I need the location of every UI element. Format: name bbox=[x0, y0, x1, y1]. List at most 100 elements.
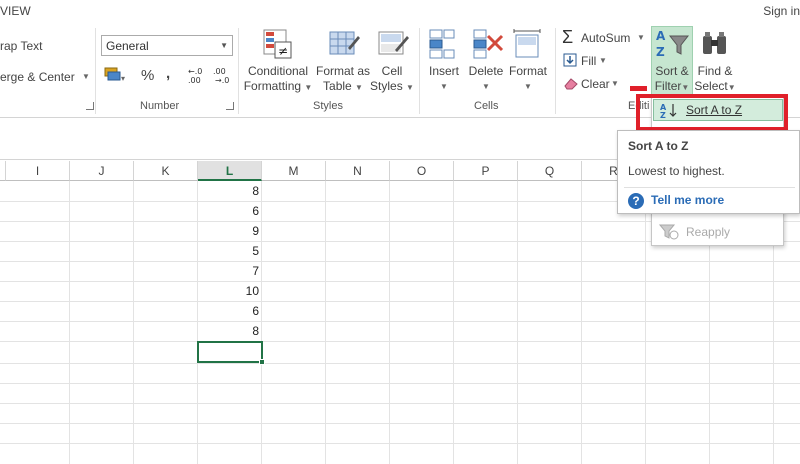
format-as-table-icon bbox=[329, 31, 360, 55]
svg-text:→.0: →.0 bbox=[215, 76, 229, 84]
cell-l-value[interactable]: 6 bbox=[198, 301, 262, 321]
conditional-formatting-label-2: Formatting bbox=[243, 79, 302, 93]
format-as-table-label-1: Format as bbox=[315, 64, 370, 78]
grid-line bbox=[0, 443, 800, 444]
cell-l-value[interactable]: 6 bbox=[198, 201, 262, 221]
delete-label: Delete bbox=[468, 64, 504, 78]
chevron-down-icon: ▼ bbox=[681, 83, 690, 92]
cell-l-value[interactable]: 8 bbox=[198, 181, 262, 201]
cell-styles-label-1: Cell bbox=[381, 64, 403, 78]
grid-line bbox=[0, 301, 800, 302]
chevron-down-icon: ▼ bbox=[406, 83, 414, 92]
grid-line bbox=[0, 341, 800, 342]
help-icon[interactable]: ? bbox=[628, 193, 644, 209]
fill-handle[interactable] bbox=[259, 359, 265, 365]
chevron-down-icon: ▼ bbox=[355, 83, 363, 92]
sort-filter-label-2: Filter bbox=[654, 79, 682, 93]
accounting-format-icon[interactable]: ▾ bbox=[104, 66, 126, 84]
grid-line bbox=[0, 261, 800, 262]
sort-filter-button[interactable]: Sort & Filter▼ bbox=[651, 64, 693, 95]
delete-button[interactable]: Delete ▼ bbox=[465, 64, 507, 94]
insert-button[interactable]: Insert ▼ bbox=[423, 64, 465, 94]
grid-line bbox=[325, 181, 326, 464]
format-cells-icon bbox=[513, 29, 541, 58]
group-separator bbox=[555, 28, 556, 114]
autosum-button[interactable]: AutoSum bbox=[581, 31, 630, 45]
active-cell-selection[interactable] bbox=[197, 341, 263, 363]
cell-styles-button[interactable]: Cell Styles ▼ bbox=[370, 64, 414, 95]
find-select-binoculars-icon bbox=[703, 32, 726, 54]
alignment-dialog-launcher-icon[interactable] bbox=[86, 102, 94, 110]
clear-button[interactable]: Clear bbox=[581, 77, 610, 91]
format-as-table-button[interactable]: Format as Table ▼ bbox=[313, 64, 373, 95]
tab-view[interactable]: VIEW bbox=[0, 4, 31, 18]
svg-text:.00: .00 bbox=[188, 76, 201, 84]
tell-me-more-link[interactable]: Tell me more bbox=[651, 193, 724, 207]
clear-dropdown-icon[interactable]: ▼ bbox=[611, 79, 619, 88]
column-header-i[interactable]: I bbox=[6, 161, 70, 181]
decrease-decimal-icon[interactable]: .00 →.0 bbox=[213, 66, 235, 84]
format-button[interactable]: Format ▼ bbox=[506, 64, 550, 94]
column-header-m[interactable]: M bbox=[262, 161, 326, 181]
styles-group-label: Styles bbox=[313, 100, 343, 112]
chevron-down-icon: ▼ bbox=[440, 82, 448, 91]
cells-group-label: Cells bbox=[474, 100, 499, 112]
group-separator bbox=[419, 28, 420, 114]
chevron-down-icon: ▼ bbox=[482, 82, 490, 91]
grid-line bbox=[69, 181, 70, 464]
wrap-text-button[interactable]: rap Text bbox=[0, 39, 42, 53]
sort-filter-icon: A Z bbox=[656, 29, 690, 59]
grid-line bbox=[0, 423, 800, 424]
format-label: Format bbox=[508, 64, 547, 78]
grid-line bbox=[453, 181, 454, 464]
number-group-label: Number bbox=[140, 100, 180, 112]
autosum-dropdown-icon[interactable]: ▼ bbox=[637, 33, 645, 42]
cell-styles-label-2: Styles bbox=[370, 79, 403, 93]
insert-label: Insert bbox=[428, 64, 459, 78]
column-header-k[interactable]: K bbox=[134, 161, 198, 181]
sign-in-link[interactable]: Sign in bbox=[763, 4, 800, 18]
cell-l-value[interactable]: 7 bbox=[198, 261, 262, 281]
cell-l-value[interactable]: 9 bbox=[198, 221, 262, 241]
svg-text:A: A bbox=[656, 29, 666, 43]
number-format-select[interactable]: General ▼ bbox=[101, 35, 233, 56]
cell-l-value[interactable]: 8 bbox=[198, 321, 262, 341]
svg-text:≠: ≠ bbox=[278, 44, 288, 58]
menu-item-reapply[interactable]: Reapply bbox=[653, 221, 783, 243]
fill-button[interactable]: Fill bbox=[581, 54, 596, 68]
grid-line bbox=[517, 181, 518, 464]
number-format-value: General bbox=[106, 39, 149, 53]
column-header-q[interactable]: Q bbox=[518, 161, 582, 181]
column-header-o[interactable]: O bbox=[390, 161, 454, 181]
group-separator bbox=[95, 28, 96, 114]
svg-text:.00: .00 bbox=[213, 67, 226, 76]
column-header-l[interactable]: L bbox=[198, 161, 262, 181]
svg-text:Z: Z bbox=[656, 45, 665, 59]
fill-dropdown-icon[interactable]: ▼ bbox=[599, 56, 607, 65]
column-header-n[interactable]: N bbox=[326, 161, 390, 181]
number-dialog-launcher-icon[interactable] bbox=[226, 102, 234, 110]
grid-line bbox=[0, 403, 800, 404]
find-select-label-1: Find & bbox=[697, 64, 733, 78]
cell-l-value[interactable]: 10 bbox=[198, 281, 262, 301]
increase-decimal-icon[interactable]: ←.0 .00 bbox=[188, 66, 210, 84]
merge-center-dropdown-icon[interactable]: ▼ bbox=[82, 72, 90, 81]
insert-cells-icon bbox=[429, 29, 455, 59]
merge-center-button[interactable]: erge & Center bbox=[0, 70, 75, 84]
tooltip-divider bbox=[624, 187, 795, 188]
fill-icon bbox=[563, 53, 577, 67]
percent-style-button[interactable]: % bbox=[141, 67, 154, 84]
conditional-formatting-button[interactable]: Conditional Formatting ▼ bbox=[243, 64, 313, 95]
cell-l-value[interactable]: 5 bbox=[198, 241, 262, 261]
column-header-j[interactable]: J bbox=[70, 161, 134, 181]
sort-a-to-z-tooltip: Sort A to Z Lowest to highest. ? Tell me… bbox=[617, 130, 800, 214]
find-select-button[interactable]: Find & Select▼ bbox=[694, 64, 736, 95]
chevron-down-icon: ▼ bbox=[304, 83, 313, 92]
column-header-p[interactable]: P bbox=[454, 161, 518, 181]
find-select-label-2: Select bbox=[694, 79, 728, 93]
tooltip-description: Lowest to highest. bbox=[628, 164, 725, 178]
highlight-annotation-mark bbox=[630, 86, 647, 91]
grid-line bbox=[0, 321, 800, 322]
comma-style-button[interactable]: , bbox=[166, 65, 170, 82]
autosum-icon: Σ bbox=[562, 27, 574, 47]
